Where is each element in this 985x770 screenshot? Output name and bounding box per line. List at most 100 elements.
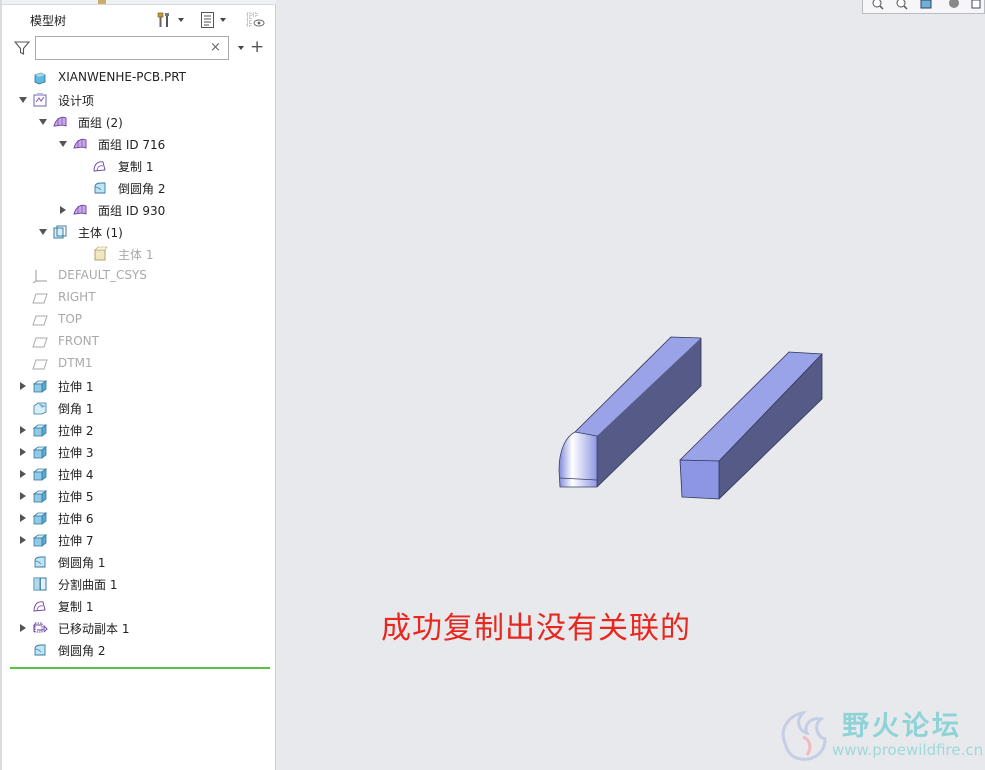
collapse-arrow-icon[interactable] [38,117,48,127]
tree-item-label: 拉伸 3 [58,446,94,460]
tree-item-label: 拉伸 6 [58,512,94,526]
tree-item-label: 拉伸 2 [58,424,94,438]
tree-item[interactable]: 拉伸 4 [2,463,272,485]
tree-item[interactable]: 拉伸 3 [2,441,272,463]
tree-item[interactable]: 拉伸 1 [2,375,272,397]
copy-surface-icon [92,158,108,174]
tree-item[interactable]: 面组 (2) [2,111,272,133]
tree-settings-button[interactable] [156,10,184,30]
panel-tab-marker[interactable] [98,0,106,4]
tree-item-label: 复制 1 [118,160,154,174]
csys-icon [32,268,48,284]
extrude-icon [32,378,48,394]
tree-item[interactable]: 倒圆角 2 [2,177,272,199]
tree-item[interactable]: 倒圆角 1 [2,551,272,573]
tree-item-label: 拉伸 4 [58,468,94,482]
copy-surface-icon [32,598,48,614]
part-icon [32,70,48,86]
expand-arrow-icon[interactable] [58,205,68,215]
tree-item-label: 面组 (2) [78,116,123,130]
expand-arrow-icon[interactable] [18,447,28,457]
model-tree-header: 模型树 [2,6,276,34]
tools-icon [157,12,169,27]
extrude-icon [32,532,48,548]
tree-item[interactable]: 复制 1 [2,155,272,177]
tree-item-label: 分割曲面 1 [58,578,118,592]
tree-search-row: × + [2,34,276,62]
expand-arrow-icon[interactable] [18,425,28,435]
quilt-icon [52,114,68,130]
chamfer-icon [32,400,48,416]
tree-item[interactable]: 拉伸 2 [2,419,272,441]
tree-item-label: 面组 ID 716 [98,138,166,152]
split-surface-icon [32,576,48,592]
body-icon [92,246,108,262]
collapse-arrow-icon[interactable] [18,95,28,105]
chevron-down-icon [178,18,184,22]
tree-search-input[interactable] [35,36,229,60]
tree-item-label: 主体 1 [118,248,154,262]
expand-arrow-icon[interactable] [18,513,28,523]
tree-item[interactable]: 拉伸 7 [2,529,272,551]
tree-item-label: DTM1 [58,356,93,370]
tree-item-label: 拉伸 1 [58,380,94,394]
datum-plane-icon [32,356,48,372]
tree-item-label: XIANWENHE-PCB.PRT [58,70,186,84]
tree-item[interactable]: 拉伸 5 [2,485,272,507]
round-icon [32,642,48,658]
tree-item-label: 面组 ID 930 [98,204,166,218]
tree-item[interactable]: 设计项 [2,89,272,111]
collapse-arrow-icon[interactable] [58,139,68,149]
tree-item[interactable]: 复制 1 [2,595,272,617]
tree-item[interactable]: DTM1 [2,353,272,375]
tree-item[interactable]: XIANWENHE-PCB.PRT [2,67,272,89]
model-tree-title: 模型树 [30,14,67,28]
expand-arrow-icon[interactable] [18,491,28,501]
tree-columns-button[interactable] [246,10,266,30]
collapse-arrow-icon[interactable] [38,227,48,237]
watermark-title: 野火论坛 [842,711,962,742]
graphics-window[interactable] [277,0,985,770]
chevron-down-icon [220,18,226,22]
design-items-icon [32,92,48,108]
filter-icon[interactable] [14,40,30,56]
tree-item[interactable]: 面组 ID 716 [2,133,272,155]
search-options-chevron-icon[interactable] [238,46,244,50]
tree-item-label: DEFAULT_CSYS [58,268,147,282]
expand-arrow-icon[interactable] [18,469,28,479]
tree-item[interactable]: 拉伸 6 [2,507,272,529]
panel-tab-strip [2,0,276,5]
tree-item[interactable]: 主体 (1) [2,221,272,243]
expand-arrow-icon[interactable] [18,623,28,633]
model-view[interactable] [277,0,985,770]
quilt-icon [72,136,88,152]
tree-item[interactable]: 主体 1 [2,243,272,265]
insert-here-marker[interactable] [10,667,270,669]
tree-item[interactable]: 倒圆角 2 [2,639,272,661]
tree-item-label: RIGHT [58,290,96,304]
tree-item[interactable]: RIGHT [2,287,272,309]
tree-item[interactable]: TOP [2,309,272,331]
copied-rounded-body[interactable] [558,336,702,488]
clear-search-icon[interactable]: × [210,40,221,55]
expand-arrow-icon[interactable] [18,535,28,545]
tree-item[interactable]: 面组 ID 930 [2,199,272,221]
extrude-icon [32,444,48,460]
expand-arrow-icon[interactable] [18,381,28,391]
tree-item[interactable]: 已移动副本 1 [2,617,272,639]
add-filter-icon[interactable]: + [250,37,264,57]
tree-item[interactable]: DEFAULT_CSYS [2,265,272,287]
tree-display-button[interactable] [200,10,226,30]
list-icon [201,12,214,28]
bodies-icon [52,224,68,240]
tree-item[interactable]: 倒角 1 [2,397,272,419]
tree-item-label: 设计项 [58,94,95,108]
tree-item-label: 复制 1 [58,600,94,614]
tree-item-label: FRONT [58,334,99,348]
tree-item[interactable]: FRONT [2,331,272,353]
extrude-icon [32,510,48,526]
annotation-text: 成功复制出没有关联的 [381,611,691,646]
tree-item-label: 已移动副本 1 [58,622,130,636]
tree-item[interactable]: 分割曲面 1 [2,573,272,595]
model-tree-panel: 模型树 × + XIANWENHE-PCB.PRT 设计项 面组 (2) 面组 … [0,0,276,770]
